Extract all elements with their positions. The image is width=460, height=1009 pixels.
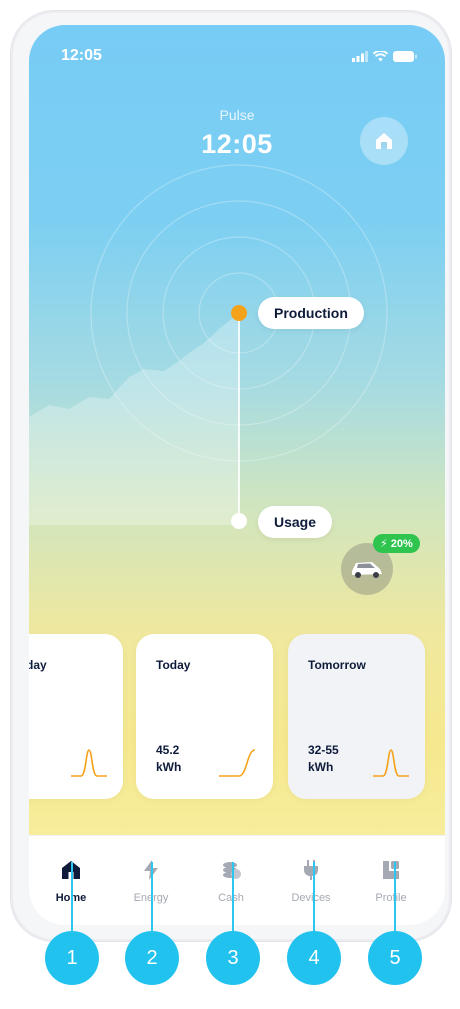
card-value-number: 32-55 <box>308 743 339 757</box>
lightning-icon: ⚡ <box>380 538 388 550</box>
callout-line <box>394 862 396 942</box>
car-icon <box>352 562 382 578</box>
tab-cash[interactable]: Cash <box>191 836 271 906</box>
tab-devices[interactable]: Devices <box>271 836 351 906</box>
forecast-card-yesterday[interactable]: day <box>29 634 123 799</box>
callout-marker-3: 3 <box>206 931 260 985</box>
callout-marker-4: 4 <box>287 931 341 985</box>
production-dot <box>231 305 247 321</box>
coins-icon <box>223 862 241 879</box>
forecast-card-tomorrow[interactable]: Tomorrow 32-55 kWh <box>288 634 425 799</box>
callout-marker-5: 5 <box>368 931 422 985</box>
forecast-card-today[interactable]: Today 45.2 kWh <box>136 634 273 799</box>
tab-label: Devices <box>291 892 331 904</box>
tab-label: Profile <box>375 892 407 904</box>
bottom-tab-bar: Home Energy Cash Devices <box>29 835 445 925</box>
curve-chart-icon <box>219 749 256 777</box>
card-title: day <box>29 658 47 672</box>
curve-chart-icon <box>71 749 107 777</box>
card-value-number: 45.2 <box>156 743 180 757</box>
card-value-unit: kWh <box>156 760 182 774</box>
production-area <box>29 313 239 525</box>
phone-screen: 12:05 Pulse 12:05 Production Usage ⚡ 20%… <box>29 25 445 925</box>
card-value: 32-55 kWh <box>308 742 339 776</box>
charge-value: 20% <box>390 538 413 550</box>
tab-label: Cash <box>218 892 244 904</box>
tab-profile[interactable]: Profile <box>351 836 431 906</box>
callout-marker-2: 2 <box>125 931 179 985</box>
usage-label[interactable]: Usage <box>258 506 333 538</box>
card-title: Tomorrow <box>308 658 366 672</box>
callout-line <box>151 862 153 942</box>
callout-line <box>232 862 234 942</box>
callout-line <box>313 862 315 942</box>
profile-icon <box>383 861 399 879</box>
card-title: Today <box>156 658 191 672</box>
curve-chart-icon <box>373 749 409 777</box>
callout-marker-1: 1 <box>45 931 99 985</box>
usage-dot <box>231 513 247 529</box>
plug-icon <box>304 860 318 880</box>
callout-line <box>71 862 73 942</box>
card-value: 45.2 kWh <box>156 742 181 776</box>
card-value-unit: kWh <box>308 760 334 774</box>
charge-badge: ⚡ 20% <box>373 534 420 553</box>
production-label[interactable]: Production <box>258 297 364 329</box>
